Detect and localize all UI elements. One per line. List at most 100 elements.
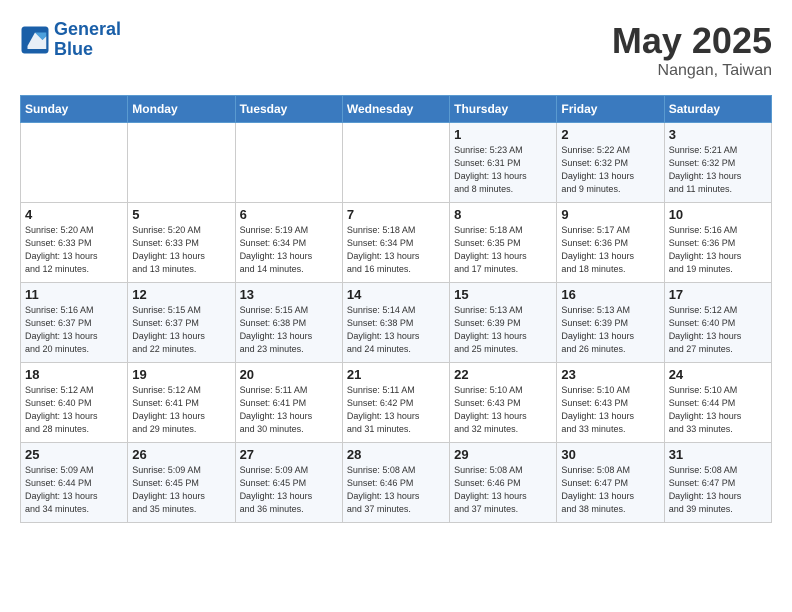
calendar-week-row: 25Sunrise: 5:09 AM Sunset: 6:44 PM Dayli… — [21, 443, 772, 523]
day-info: Sunrise: 5:18 AM Sunset: 6:34 PM Dayligh… — [347, 224, 445, 276]
calendar-week-row: 18Sunrise: 5:12 AM Sunset: 6:40 PM Dayli… — [21, 363, 772, 443]
day-number: 3 — [669, 127, 767, 142]
day-info: Sunrise: 5:10 AM Sunset: 6:43 PM Dayligh… — [454, 384, 552, 436]
day-info: Sunrise: 5:20 AM Sunset: 6:33 PM Dayligh… — [132, 224, 230, 276]
calendar-cell: 8Sunrise: 5:18 AM Sunset: 6:35 PM Daylig… — [450, 203, 557, 283]
day-number: 22 — [454, 367, 552, 382]
day-number: 17 — [669, 287, 767, 302]
day-number: 10 — [669, 207, 767, 222]
day-number: 20 — [240, 367, 338, 382]
day-number: 7 — [347, 207, 445, 222]
day-number: 5 — [132, 207, 230, 222]
calendar-cell: 9 Sunrise: 5:17 AM Sunset: 6:36 PM Daylig… — [557, 203, 664, 283]
day-info: Sunrise: 5:09 AM Sunset: 6:44 PM Dayligh… — [25, 464, 123, 516]
day-number: 31 — [669, 447, 767, 462]
calendar-cell: 2 Sunrise: 5:22 AM Sunset: 6:32 PM Daylig… — [557, 123, 664, 203]
logo-line2: Blue — [54, 39, 93, 59]
calendar-cell: 17Sunrise: 5:12 AM Sunset: 6:40 PM Dayli… — [664, 283, 771, 363]
day-number: 16 — [561, 287, 659, 302]
calendar-cell — [128, 123, 235, 203]
day-info: Sunrise: 5:09 AM Sunset: 6:45 PM Dayligh… — [240, 464, 338, 516]
calendar-cell: 26 Sunrise: 5:09 AM Sunset: 6:45 PM Dayli… — [128, 443, 235, 523]
day-info: Sunrise: 5:12 AM Sunset: 6:40 PM Dayligh… — [25, 384, 123, 436]
calendar-cell — [342, 123, 449, 203]
day-info: Sunrise: 5:22 AM Sunset: 6:32 PM Dayligh… — [561, 144, 659, 196]
calendar-cell: 4Sunrise: 5:20 AM Sunset: 6:33 PM Daylig… — [21, 203, 128, 283]
day-info: Sunrise: 5:08 AM Sunset: 6:47 PM Dayligh… — [669, 464, 767, 516]
calendar-cell: 31 Sunrise: 5:08 AM Sunset: 6:47 PM Dayli… — [664, 443, 771, 523]
day-number: 13 — [240, 287, 338, 302]
day-info: Sunrise: 5:23 AM Sunset: 6:31 PM Dayligh… — [454, 144, 552, 196]
title-block: May 2025 Nangan, Taiwan — [612, 20, 772, 80]
day-info: Sunrise: 5:12 AM Sunset: 6:41 PM Dayligh… — [132, 384, 230, 436]
day-number: 1 — [454, 127, 552, 142]
calendar-cell: 1 Sunrise: 5:23 AM Sunset: 6:31 PM Daylig… — [450, 123, 557, 203]
calendar-table: SundayMondayTuesdayWednesdayThursdayFrid… — [20, 95, 772, 523]
day-number: 24 — [669, 367, 767, 382]
day-info: Sunrise: 5:11 AM Sunset: 6:42 PM Dayligh… — [347, 384, 445, 436]
day-info: Sunrise: 5:10 AM Sunset: 6:44 PM Dayligh… — [669, 384, 767, 436]
calendar-cell: 22 Sunrise: 5:10 AM Sunset: 6:43 PM Dayli… — [450, 363, 557, 443]
day-number: 27 — [240, 447, 338, 462]
calendar-cell — [21, 123, 128, 203]
day-number: 23 — [561, 367, 659, 382]
day-info: Sunrise: 5:11 AM Sunset: 6:41 PM Dayligh… — [240, 384, 338, 436]
day-info: Sunrise: 5:14 AM Sunset: 6:38 PM Dayligh… — [347, 304, 445, 356]
calendar-week-row: 1 Sunrise: 5:23 AM Sunset: 6:31 PM Daylig… — [21, 123, 772, 203]
logo-text: General Blue — [54, 20, 121, 60]
calendar-header-row: SundayMondayTuesdayWednesdayThursdayFrid… — [21, 96, 772, 123]
day-number: 29 — [454, 447, 552, 462]
calendar-cell: 16 Sunrise: 5:13 AM Sunset: 6:39 PM Dayli… — [557, 283, 664, 363]
day-info: Sunrise: 5:15 AM Sunset: 6:38 PM Dayligh… — [240, 304, 338, 356]
calendar-cell: 29 Sunrise: 5:08 AM Sunset: 6:46 PM Dayli… — [450, 443, 557, 523]
day-info: Sunrise: 5:15 AM Sunset: 6:37 PM Dayligh… — [132, 304, 230, 356]
day-number: 6 — [240, 207, 338, 222]
day-number: 26 — [132, 447, 230, 462]
month-title: May 2025 — [612, 20, 772, 62]
day-header-sunday: Sunday — [21, 96, 128, 123]
calendar-cell: 10Sunrise: 5:16 AM Sunset: 6:36 PM Dayli… — [664, 203, 771, 283]
calendar-cell: 18Sunrise: 5:12 AM Sunset: 6:40 PM Dayli… — [21, 363, 128, 443]
day-number: 9 — [561, 207, 659, 222]
day-header-thursday: Thursday — [450, 96, 557, 123]
day-number: 12 — [132, 287, 230, 302]
calendar-cell: 24 Sunrise: 5:10 AM Sunset: 6:44 PM Dayli… — [664, 363, 771, 443]
day-info: Sunrise: 5:09 AM Sunset: 6:45 PM Dayligh… — [132, 464, 230, 516]
day-number: 4 — [25, 207, 123, 222]
calendar-cell: 25Sunrise: 5:09 AM Sunset: 6:44 PM Dayli… — [21, 443, 128, 523]
day-number: 30 — [561, 447, 659, 462]
day-info: Sunrise: 5:19 AM Sunset: 6:34 PM Dayligh… — [240, 224, 338, 276]
logo: General Blue — [20, 20, 121, 60]
day-info: Sunrise: 5:08 AM Sunset: 6:47 PM Dayligh… — [561, 464, 659, 516]
day-info: Sunrise: 5:13 AM Sunset: 6:39 PM Dayligh… — [454, 304, 552, 356]
day-info: Sunrise: 5:08 AM Sunset: 6:46 PM Dayligh… — [454, 464, 552, 516]
calendar-cell: 11Sunrise: 5:16 AM Sunset: 6:37 PM Dayli… — [21, 283, 128, 363]
calendar-cell — [235, 123, 342, 203]
day-info: Sunrise: 5:13 AM Sunset: 6:39 PM Dayligh… — [561, 304, 659, 356]
calendar-cell: 15Sunrise: 5:13 AM Sunset: 6:39 PM Dayli… — [450, 283, 557, 363]
calendar-cell: 7 Sunrise: 5:18 AM Sunset: 6:34 PM Daylig… — [342, 203, 449, 283]
calendar-cell: 27 Sunrise: 5:09 AM Sunset: 6:45 PM Dayli… — [235, 443, 342, 523]
day-info: Sunrise: 5:17 AM Sunset: 6:36 PM Dayligh… — [561, 224, 659, 276]
location: Nangan, Taiwan — [612, 62, 772, 80]
day-header-friday: Friday — [557, 96, 664, 123]
day-info: Sunrise: 5:08 AM Sunset: 6:46 PM Dayligh… — [347, 464, 445, 516]
day-number: 2 — [561, 127, 659, 142]
calendar-cell: 5 Sunrise: 5:20 AM Sunset: 6:33 PM Daylig… — [128, 203, 235, 283]
day-number: 14 — [347, 287, 445, 302]
day-info: Sunrise: 5:10 AM Sunset: 6:43 PM Dayligh… — [561, 384, 659, 436]
calendar-week-row: 4 Sunrise: 5:20 AM Sunset: 6:33 PM Daylig… — [21, 203, 772, 283]
calendar-cell: 12 Sunrise: 5:15 AM Sunset: 6:37 PM Dayli… — [128, 283, 235, 363]
calendar-cell: 20 Sunrise: 5:11 AM Sunset: 6:41 PM Dayli… — [235, 363, 342, 443]
page-header: General Blue May 2025 Nangan, Taiwan — [20, 20, 772, 80]
day-header-saturday: Saturday — [664, 96, 771, 123]
day-header-tuesday: Tuesday — [235, 96, 342, 123]
logo-icon — [20, 25, 50, 55]
day-header-monday: Monday — [128, 96, 235, 123]
calendar-cell: 30 Sunrise: 5:08 AM Sunset: 6:47 PM Dayli… — [557, 443, 664, 523]
calendar-cell: 23 Sunrise: 5:10 AM Sunset: 6:43 PM Dayli… — [557, 363, 664, 443]
day-number: 11 — [25, 287, 123, 302]
calendar-cell: 28Sunrise: 5:08 AM Sunset: 6:46 PM Dayli… — [342, 443, 449, 523]
day-number: 19 — [132, 367, 230, 382]
day-info: Sunrise: 5:18 AM Sunset: 6:35 PM Dayligh… — [454, 224, 552, 276]
